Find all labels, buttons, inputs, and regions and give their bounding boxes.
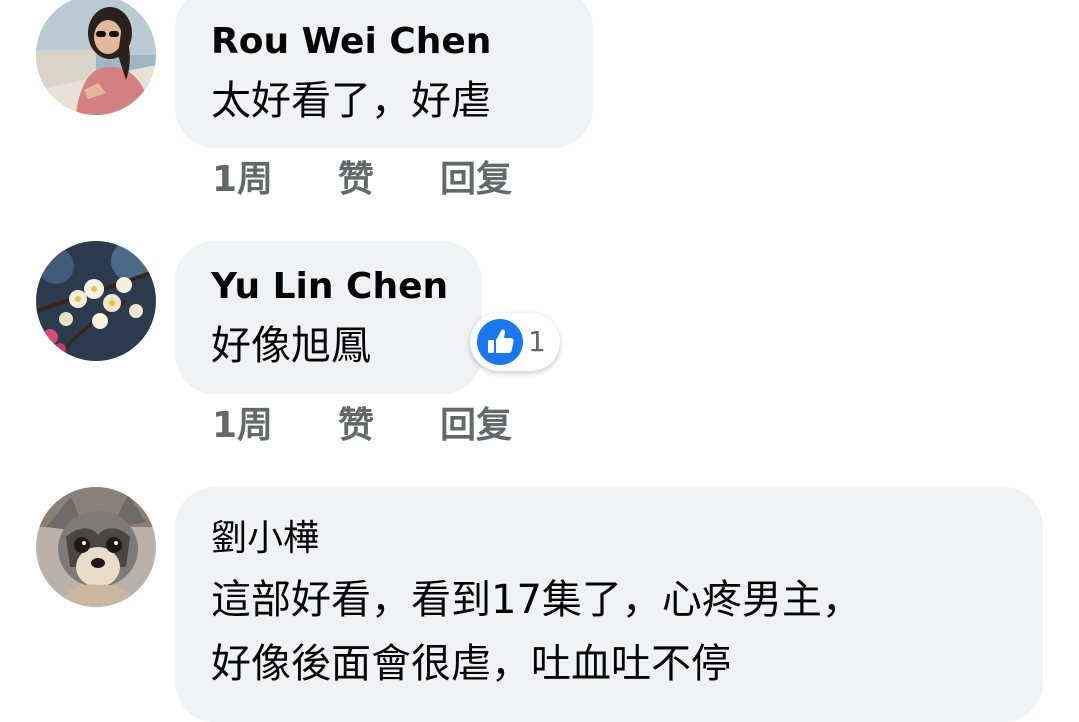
comment-author[interactable]: Rou Wei Chen	[211, 22, 491, 62]
comment-text: 好像旭鳳	[211, 323, 371, 369]
dog-photo-icon	[36, 487, 156, 607]
comment-bubble: Rou Wei Chen 太好看了，好虐	[175, 0, 593, 148]
avatar[interactable]	[36, 487, 156, 607]
reply-button[interactable]: 回复	[440, 158, 512, 202]
comment-bubble: 劉小樺 這部好看，看到17集了，心疼男主， 好像後面會很虐，吐血吐不停	[175, 487, 1043, 722]
plum-blossom-photo-icon	[36, 241, 156, 361]
comment-timestamp[interactable]: 1周	[212, 158, 273, 202]
comment-timestamp[interactable]: 1周	[212, 404, 273, 448]
reaction-summary[interactable]: 1	[470, 313, 560, 371]
like-button[interactable]: 赞	[338, 158, 374, 202]
comment-text-line: 好像後面會很虐，吐血吐不停	[211, 641, 731, 687]
comment-bubble: Yu Lin Chen 好像旭鳳	[175, 241, 482, 394]
woman-sunglasses-photo-icon	[36, 0, 156, 115]
comment-author[interactable]: 劉小樺	[211, 519, 319, 559]
comment-author[interactable]: Yu Lin Chen	[211, 267, 448, 307]
avatar[interactable]	[36, 0, 156, 115]
comment-text: 太好看了，好虐	[211, 78, 491, 124]
avatar[interactable]	[36, 241, 156, 361]
comment-text-line: 這部好看，看到17集了，心疼男主，	[211, 577, 862, 623]
like-button[interactable]: 赞	[338, 404, 374, 448]
reaction-count: 1	[528, 325, 546, 358]
like-thumbs-up-icon	[477, 319, 523, 365]
reply-button[interactable]: 回复	[440, 404, 512, 448]
